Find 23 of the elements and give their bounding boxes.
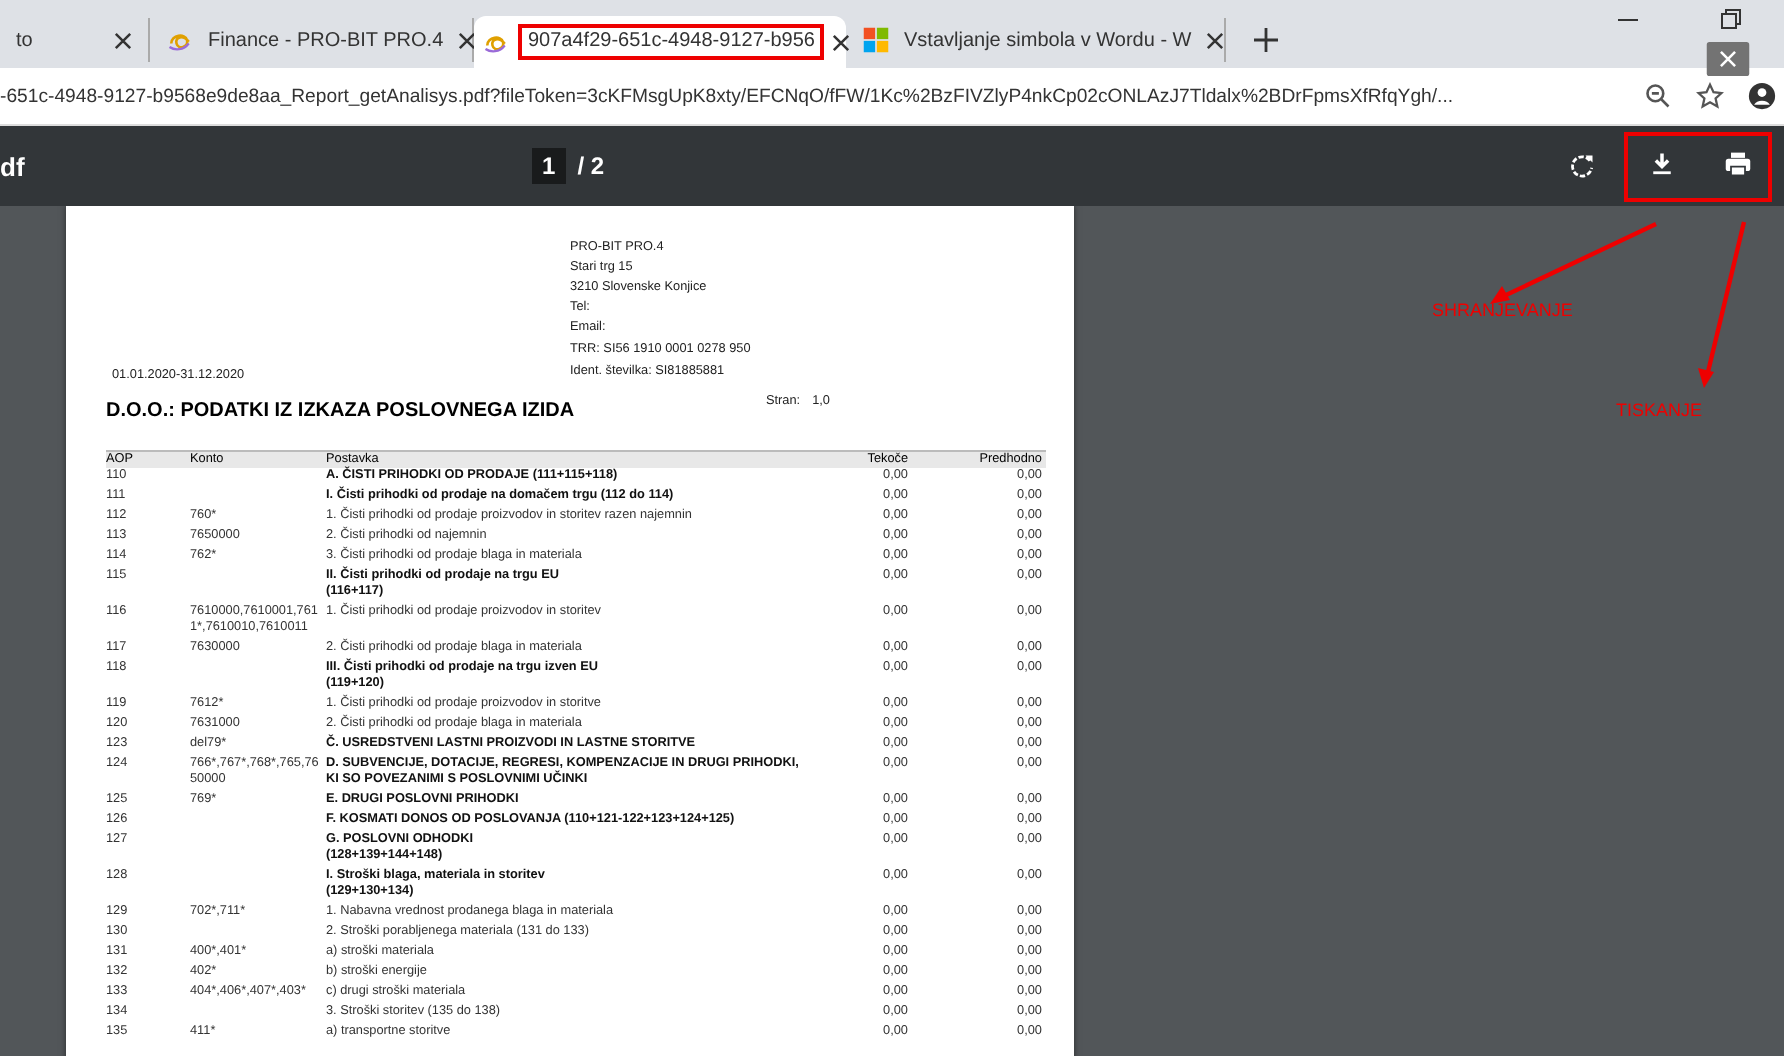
restore-icon[interactable]	[1720, 8, 1744, 32]
document-title: df	[0, 151, 25, 181]
page-count: / 2	[577, 152, 605, 180]
browser-tab[interactable]: Vstavljanje simbola v Wordu - W	[846, 18, 1226, 62]
windows-icon	[862, 26, 890, 54]
close-icon[interactable]	[832, 33, 851, 51]
profile-icon[interactable]	[1748, 82, 1776, 110]
close-icon[interactable]	[457, 31, 476, 49]
browser-tab[interactable]: 907a4f29-651c-4948-9127-b956	[474, 16, 846, 68]
new-tab-icon[interactable]	[1254, 28, 1278, 52]
browser-tab[interactable]: to	[0, 18, 150, 62]
close-icon[interactable]	[1205, 31, 1224, 49]
download-icon[interactable]	[1648, 149, 1676, 177]
annotation-label: TISKANJE	[1616, 400, 1703, 420]
zoom-icon[interactable]	[1644, 82, 1672, 110]
star-icon[interactable]	[1696, 82, 1724, 110]
highlight-frame: 907a4f29-651c-4948-9127-b956	[518, 24, 825, 60]
page-number-field[interactable]: 1	[532, 148, 566, 184]
report-title: D.O.O.: PODATKI IZ IZKAZA POSLOVNEGA IZIDA	[106, 400, 577, 422]
rotate-icon[interactable]	[1568, 152, 1596, 180]
annotation-label: SHRANJEVANJE	[1432, 300, 1573, 320]
close-icon[interactable]	[114, 31, 132, 49]
print-icon[interactable]	[1724, 149, 1752, 177]
